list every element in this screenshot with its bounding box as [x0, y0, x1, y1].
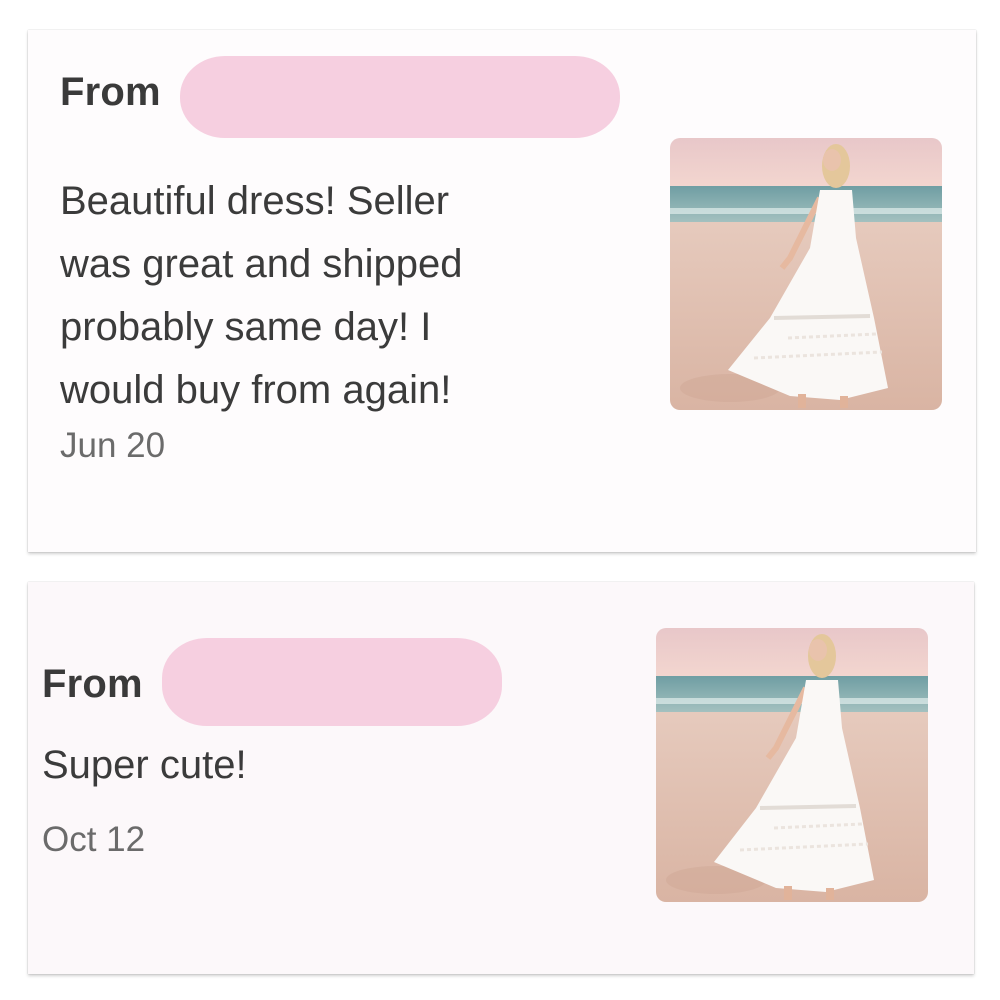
dress-photo-icon [670, 138, 942, 410]
review-text-line: probably same day! I [60, 305, 432, 349]
review-author-row: From [42, 662, 143, 707]
dress-photo-icon [656, 628, 928, 902]
review-card: From Beautiful dress! Seller was great a… [28, 30, 976, 552]
review-card: From Super cute! Oct 12 [28, 582, 974, 974]
redacted-username [180, 56, 620, 138]
review-text: Beautiful dress! Seller was great and sh… [60, 170, 463, 422]
review-text: Super cute! [42, 734, 247, 797]
from-label: From [60, 70, 161, 114]
review-author-row: From [60, 70, 161, 115]
from-label: From [42, 662, 143, 706]
redacted-username [162, 638, 502, 726]
dress-photo-thumbnail[interactable] [670, 138, 942, 410]
review-text-line: Super cute! [42, 743, 247, 787]
review-text-line: was great and shipped [60, 242, 463, 286]
review-date: Jun 20 [60, 426, 166, 465]
dress-photo-thumbnail[interactable] [656, 628, 928, 902]
review-date: Oct 12 [42, 820, 146, 859]
review-text-line: would buy from again! [60, 368, 452, 412]
review-text-line: Beautiful dress! Seller [60, 179, 450, 223]
